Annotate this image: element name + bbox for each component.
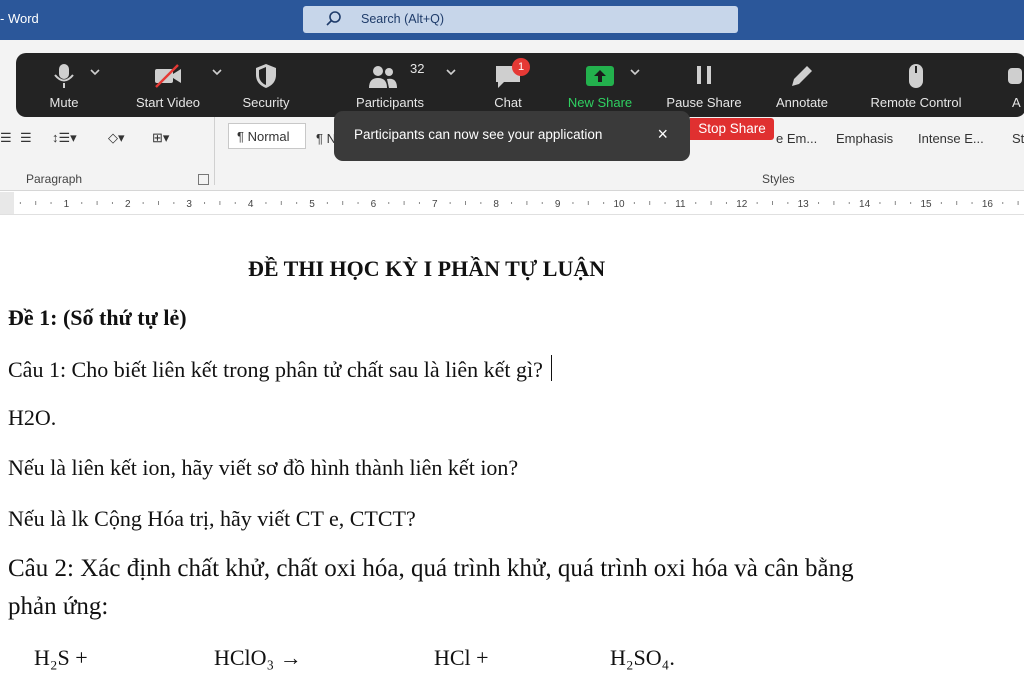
ruler-number: 11 [675,199,686,210]
ruler-number: 5 [309,199,315,210]
shading-icon[interactable]: ◇▾ [108,130,125,146]
pause-icon [697,66,711,84]
doc-line: Nếu là lk Cộng Hóa trị, hãy viết CT e, C… [8,506,416,531]
start-video-button[interactable]: Start Video [128,53,222,117]
pencil-icon [792,66,812,86]
paragraph-group-label: Paragraph [26,172,83,186]
ruler-number: 14 [859,199,871,210]
align-left-icon[interactable]: ☰ [0,130,12,146]
remote-control-button[interactable]: Remote Control [862,53,970,117]
annotate-button[interactable]: Annotate [770,53,834,117]
search-label: Search (Alt+Q) [361,12,445,26]
style-intense-emphasis[interactable]: Intense E... [918,131,984,146]
more-icon [1008,68,1022,84]
ruler-number: 8 [493,199,499,210]
app-title: - Word [0,11,39,26]
doc-line: Đề 1: (Số thứ tự lẻ) [8,305,187,330]
chat-button[interactable]: 1 Chat [482,53,534,117]
chevron-down-icon[interactable] [446,67,456,77]
participants-icon [368,66,397,88]
share-arrow-icon [586,66,614,86]
ruler-number: 15 [920,199,932,210]
ruler-number: 9 [555,199,561,210]
mute-label: Mute [49,95,79,110]
search-icon [326,11,341,26]
document-title: ĐỀ THI HỌC KỲ I PHẦN TỰ LUẬN [248,256,606,281]
doc-line: phản ứng: [8,593,109,620]
more-label: A [1012,95,1021,110]
mouse-icon [909,64,923,88]
style-strong[interactable]: St [1012,131,1024,146]
new-share-label: New Share [567,95,633,110]
styles-group-label: Styles [762,172,795,186]
doc-line: Câu 2: Xác định chất khử, chất oxi hóa, … [8,555,854,582]
more-button[interactable]: A [1008,53,1024,117]
formula-term: HClO₃ → [214,645,302,670]
ruler-number: 16 [982,199,994,210]
style-normal[interactable]: ¶ Normal [228,123,306,149]
ruler-number: 2 [125,199,131,210]
group-divider [214,115,215,185]
chevron-down-icon[interactable] [212,67,222,77]
start-video-label: Start Video [135,95,201,110]
microphone-icon [54,64,74,88]
ruler-number: 1 [64,199,70,210]
new-share-button[interactable]: New Share [564,53,640,117]
participants-count: 32 [410,61,425,76]
close-icon[interactable]: × [657,124,668,145]
word-title-bar: - Word Search (Alt+Q) [0,0,1024,40]
doc-line-with-cursor: Câu 1: Cho biết liên kết trong phân tử c… [8,355,552,383]
chevron-down-icon[interactable] [90,67,100,77]
style-emphasis[interactable]: Emphasis [836,131,893,146]
borders-icon[interactable]: ⊞▾ [152,130,169,146]
ruler-number: 7 [432,199,438,210]
security-button[interactable]: Security [234,53,298,117]
doc-line: Câu 1: Cho biết liên kết trong phân tử c… [8,357,543,382]
pause-share-button[interactable]: Pause Share [664,53,744,117]
chevron-down-icon[interactable] [630,67,640,77]
document-page[interactable]: ĐỀ THI HỌC KỲ I PHẦN TỰ LUẬN Đề 1: (Số t… [0,215,1024,692]
chat-label: Chat [494,95,522,110]
doc-line: H2O. [8,405,57,430]
style-subtle-emphasis[interactable]: e Em... [776,131,817,146]
shield-icon [256,64,276,88]
chat-badge: 1 [512,58,530,76]
line-spacing-icon[interactable]: ↕☰▾ [52,130,77,146]
annotate-label: Annotate [775,95,829,110]
ruler-scale: 1 2 3 4 5 6 7 8 9 10 11 12 13 14 15 16 [0,192,1019,214]
stop-share-button[interactable]: Stop Share [690,118,774,140]
ruler-number: 12 [736,199,748,210]
ruler-number: 13 [798,199,810,210]
pause-share-label: Pause Share [666,95,742,110]
justify-icon[interactable]: ☰ [20,130,32,146]
ruler-number: 3 [186,199,192,210]
formula-term: H₂S + [34,645,88,670]
ruler-number: 4 [248,199,254,210]
ruler[interactable]: 1 2 3 4 5 6 7 8 9 10 11 12 13 14 15 16 [0,192,1024,215]
formula-term: HCl + [434,645,489,670]
video-off-icon [155,64,181,88]
search-box[interactable]: Search (Alt+Q) [303,6,738,33]
formula-term: H₂SO₄. [610,645,675,670]
text-cursor [550,355,552,381]
remote-control-label: Remote Control [870,95,962,110]
notification-text: Participants can now see your applicatio… [354,127,603,142]
ruler-number: 6 [371,199,377,210]
security-label: Security [242,95,290,110]
share-notification: Participants can now see your applicatio… [334,111,690,161]
doc-line: Nếu là liên kết ion, hãy viết sơ đồ hình… [8,455,519,480]
ruler-number: 10 [613,199,625,210]
participants-label: Participants [356,95,424,110]
paragraph-dialog-launcher-icon[interactable] [198,174,209,185]
mute-button[interactable]: Mute [36,53,100,117]
zoom-share-toolbar: Mute Start Video Security 32 Participant… [16,53,1024,117]
participants-button[interactable]: 32 Participants [346,53,456,117]
